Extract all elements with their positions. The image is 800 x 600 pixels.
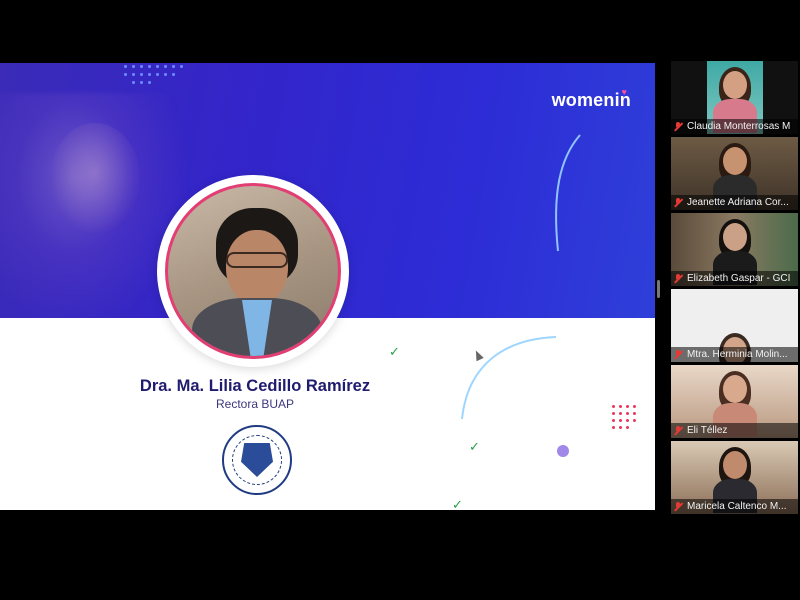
participant-name: Claudia Monterrosas M: [687, 121, 791, 132]
participant-name: Jeanette Adriana Cor...: [687, 197, 789, 208]
participant-video-strip: Claudia Monterrosas M Jeanette Adriana C…: [671, 61, 798, 517]
participant-name-bar: Maricela Caltenco M...: [671, 499, 798, 514]
participant-name: Eli Téllez: [687, 425, 728, 436]
decorative-arc-top: [555, 134, 581, 252]
participant-tile[interactable]: Maricela Caltenco M...: [671, 441, 798, 514]
decorative-dot: [557, 445, 569, 457]
mic-off-icon: [674, 121, 683, 132]
participant-tile[interactable]: Eli Téllez: [671, 365, 798, 438]
shared-screen-slide: womenin ♥ ✓ ✓ ✓ Dra. Ma. Lilia Cedillo R…: [0, 63, 655, 510]
participant-tile[interactable]: Mtra. Herminia Molin...: [671, 289, 798, 362]
background-face-overlay: [50, 123, 140, 233]
participant-name-bar: Claudia Monterrosas M: [671, 119, 798, 134]
speaker-photo-frame: [157, 175, 349, 367]
participant-name-bar: Jeanette Adriana Cor...: [671, 195, 798, 210]
participant-name: Elizabeth Gaspar - GCI: [687, 273, 791, 284]
participant-name: Mtra. Herminia Molin...: [687, 349, 788, 360]
decorative-arc-bottom: [461, 336, 557, 420]
mic-off-icon: [674, 425, 683, 436]
participant-tile[interactable]: Elizabeth Gaspar - GCI: [671, 213, 798, 286]
brand-logo-text: women: [551, 90, 615, 110]
university-seal-logo: [222, 425, 292, 495]
participant-tile[interactable]: Claudia Monterrosas M: [671, 61, 798, 134]
heart-icon: ♥: [621, 87, 627, 97]
participant-name-bar: Elizabeth Gaspar - GCI: [671, 271, 798, 286]
speaker-name: Dra. Ma. Lilia Cedillo Ramírez: [139, 377, 371, 395]
participant-name-bar: Eli Téllez: [671, 423, 798, 438]
participant-tile[interactable]: Jeanette Adriana Cor...: [671, 137, 798, 210]
speaker-role: Rectora BUAP: [215, 397, 295, 411]
mic-off-icon: [674, 273, 683, 284]
mic-off-icon: [674, 349, 683, 360]
panel-resize-handle[interactable]: [657, 280, 660, 298]
check-icon: ✓: [469, 439, 480, 454]
check-icon: ✓: [389, 344, 400, 359]
check-icon: ✓: [452, 497, 463, 510]
dot-pattern-top: [124, 65, 194, 95]
mic-off-icon: [674, 197, 683, 208]
mic-off-icon: [674, 501, 683, 512]
brand-logo: womenin ♥: [551, 87, 631, 111]
speaker-photo: [165, 183, 341, 359]
participant-name: Maricela Caltenco M...: [687, 501, 787, 512]
dot-pattern-right: [612, 405, 642, 435]
participant-name-bar: Mtra. Herminia Molin...: [671, 347, 798, 362]
